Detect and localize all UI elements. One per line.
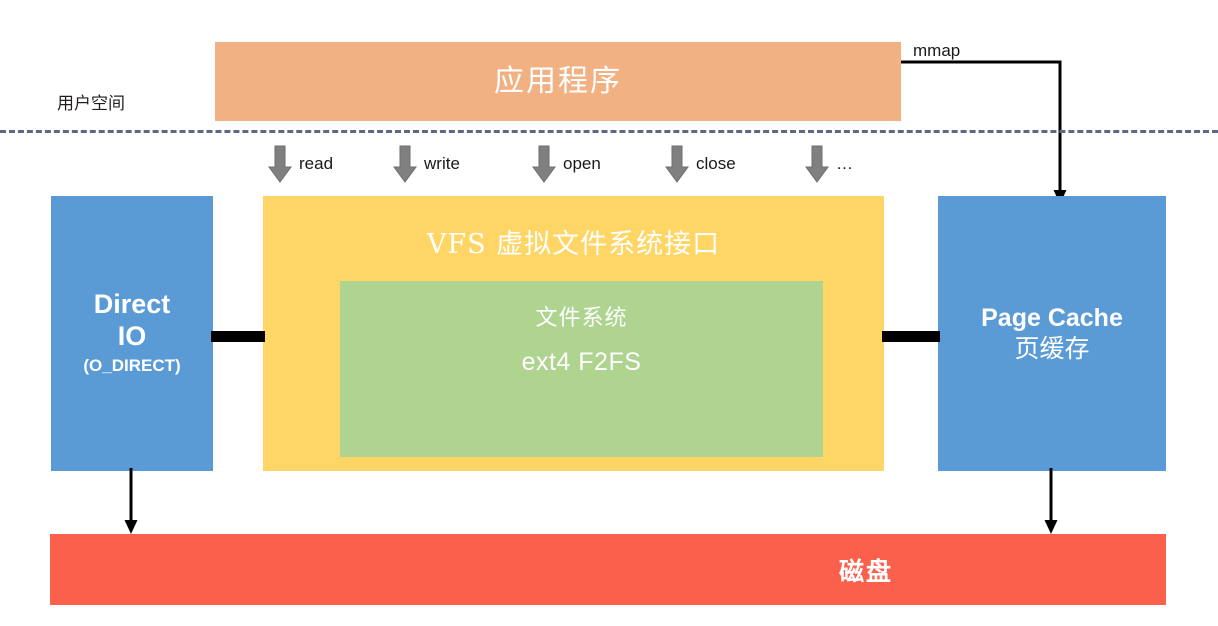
filesystem-box: 文件系统 ext4 F2FS	[340, 281, 823, 457]
syscall-open: open	[532, 142, 601, 186]
syscall-close: close	[665, 142, 736, 186]
syscall-label: …	[836, 154, 853, 173]
application-box: 应用程序	[215, 42, 901, 121]
connector-directio-vfs	[211, 331, 265, 342]
disk-label: 磁盘	[838, 556, 893, 586]
filesystem-subtitle: ext4 F2FS	[521, 348, 642, 376]
disk-box: 磁盘	[50, 534, 1166, 605]
page-cache-label-cn: 页缓存	[1014, 333, 1090, 363]
arrow-directio-to-disk-icon	[124, 468, 138, 534]
page-cache-box: Page Cache 页缓存	[938, 196, 1166, 471]
down-arrow-icon	[532, 145, 556, 183]
syscall-more: …	[805, 142, 853, 186]
down-arrow-icon	[665, 145, 689, 183]
direct-io-line2: IO	[117, 320, 147, 351]
filesystem-title: 文件系统	[535, 306, 628, 331]
userspace-label: 用户空间	[57, 94, 125, 114]
syscall-label: close	[696, 154, 736, 173]
syscall-arrow-row: read write open close …	[268, 142, 888, 186]
syscall-label: open	[563, 154, 601, 173]
userspace-kernel-divider	[0, 130, 1218, 133]
direct-io-line1: Direct	[93, 288, 171, 319]
direct-io-box: Direct IO (O_DIRECT)	[51, 196, 213, 471]
vfs-title: VFS 虚拟文件系统接口	[426, 229, 721, 260]
page-cache-label-en: Page Cache	[981, 303, 1123, 332]
syscall-read: read	[268, 142, 333, 186]
diagram-canvas: 应用程序 mmap 用户空间 read write open close … D…	[0, 0, 1218, 626]
vfs-box: VFS 虚拟文件系统接口 文件系统 ext4 F2FS	[263, 196, 884, 471]
mmap-label: mmap	[913, 41, 961, 60]
connector-vfs-pagecache	[882, 331, 940, 342]
application-label: 应用程序	[494, 63, 622, 99]
syscall-write: write	[393, 142, 460, 186]
syscall-label: read	[299, 154, 334, 173]
direct-io-line3: (O_DIRECT)	[83, 355, 181, 375]
syscall-label: write	[424, 154, 460, 173]
down-arrow-icon	[393, 145, 417, 183]
down-arrow-icon	[268, 145, 292, 183]
arrow-pagecache-to-disk-icon	[1044, 468, 1058, 534]
mmap-arrow-icon	[901, 60, 1067, 204]
down-arrow-icon	[805, 145, 829, 183]
